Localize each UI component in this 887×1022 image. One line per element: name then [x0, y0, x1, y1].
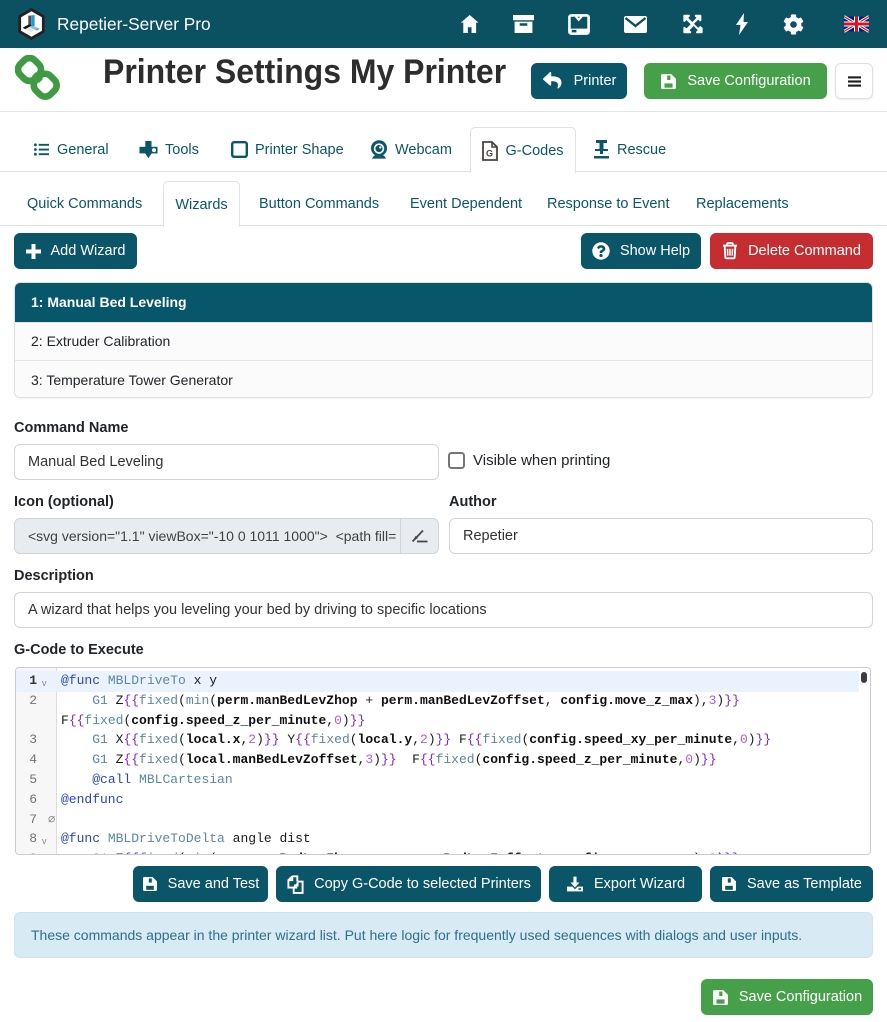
svg-text:G: G [486, 148, 493, 158]
